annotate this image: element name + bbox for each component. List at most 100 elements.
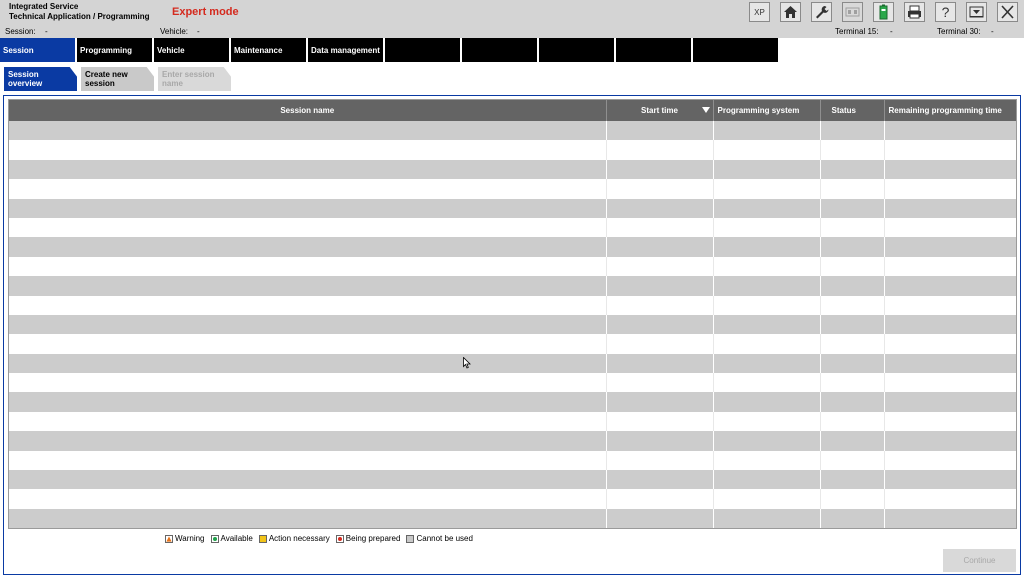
- table-cell: [9, 159, 607, 180]
- tab-empty-5[interactable]: [693, 38, 778, 62]
- tab-empty-1[interactable]: [385, 38, 460, 62]
- table-cell: [884, 450, 1016, 471]
- print-button[interactable]: [904, 2, 925, 22]
- table-row[interactable]: [9, 179, 1016, 199]
- tab-maintenance[interactable]: Maintenance: [231, 38, 306, 62]
- table-row[interactable]: [9, 373, 1016, 393]
- table-cell: [820, 237, 885, 257]
- table-cell: [9, 392, 607, 412]
- printer-icon: [908, 5, 921, 19]
- table-cell: [884, 392, 1016, 412]
- tab-empty-3[interactable]: [539, 38, 614, 62]
- column-header-programming-system[interactable]: Programming system: [713, 100, 821, 121]
- table-cell: [820, 198, 885, 218]
- table-cell: [820, 159, 885, 180]
- table-row[interactable]: [9, 159, 1016, 180]
- table-cell: [713, 314, 821, 335]
- table-row[interactable]: [9, 314, 1016, 335]
- table-row[interactable]: [9, 198, 1016, 218]
- vehicle-label: Vehicle:: [160, 27, 189, 36]
- table-cell: [884, 489, 1016, 509]
- table-cell: [884, 198, 1016, 218]
- help-button[interactable]: ?: [935, 2, 956, 22]
- table-row[interactable]: [9, 470, 1016, 490]
- tab-session[interactable]: Session: [0, 38, 75, 62]
- table-cell: [713, 295, 821, 315]
- table-cell: [713, 508, 821, 528]
- header-bar: Integrated Service Technical Application…: [0, 0, 1024, 25]
- table-row[interactable]: [9, 450, 1016, 471]
- table-cell: [606, 256, 714, 277]
- table-row[interactable]: [9, 392, 1016, 412]
- table-row[interactable]: [9, 121, 1016, 141]
- table-cell: [884, 353, 1016, 374]
- table-row[interactable]: [9, 276, 1016, 296]
- table-cell: [820, 217, 885, 238]
- close-icon: [1001, 5, 1014, 19]
- table-row[interactable]: [9, 140, 1016, 160]
- tab-empty-2[interactable]: [462, 38, 537, 62]
- home-icon: [784, 6, 797, 18]
- minimize-icon: [969, 6, 984, 18]
- table-cell: [713, 217, 821, 238]
- table-header-row: Session name Start time Programming syst…: [9, 100, 1016, 121]
- table-row[interactable]: [9, 334, 1016, 354]
- table-row[interactable]: [9, 295, 1016, 315]
- tab-programming[interactable]: Programming: [77, 38, 152, 62]
- battery-button[interactable]: [873, 2, 894, 22]
- column-header-status[interactable]: Status: [820, 100, 885, 121]
- session-table-container[interactable]: Session name Start time Programming syst…: [8, 99, 1017, 529]
- table-row[interactable]: [9, 353, 1016, 374]
- table-row[interactable]: [9, 411, 1016, 432]
- column-header-remaining-time[interactable]: Remaining programming time: [884, 100, 1016, 121]
- help-icon: ?: [942, 4, 950, 20]
- tab-empty-4[interactable]: [616, 38, 691, 62]
- table-cell: [606, 411, 714, 432]
- table-row[interactable]: [9, 489, 1016, 509]
- tab-vehicle[interactable]: Vehicle: [154, 38, 229, 62]
- table-cell: [713, 353, 821, 374]
- continue-button[interactable]: Continue: [943, 549, 1016, 572]
- table-cell: [884, 508, 1016, 528]
- table-row[interactable]: [9, 256, 1016, 277]
- table-cell: [9, 334, 607, 354]
- table-cell: [9, 489, 607, 509]
- table-cell: [606, 373, 714, 393]
- table-cell: [713, 470, 821, 490]
- table-cell: [713, 373, 821, 393]
- subtab-create-new-session[interactable]: Create new session: [81, 67, 154, 91]
- tab-data-management[interactable]: Data management: [308, 38, 383, 62]
- table-row[interactable]: [9, 508, 1016, 528]
- table-cell: [606, 431, 714, 451]
- column-header-start-time-label: Start time: [641, 106, 678, 115]
- session-value: -: [45, 27, 48, 36]
- session-table: Session name Start time Programming syst…: [9, 100, 1016, 528]
- terminal30-label: Terminal 30:: [937, 27, 981, 36]
- table-cell: [713, 450, 821, 471]
- table-cell: [820, 353, 885, 374]
- minimize-button[interactable]: [966, 2, 987, 22]
- table-cell: [713, 334, 821, 354]
- home-button[interactable]: [780, 2, 801, 22]
- service-button[interactable]: [811, 2, 832, 22]
- available-icon: [210, 534, 219, 543]
- display-button[interactable]: [842, 2, 863, 22]
- subtab-enter-session-name[interactable]: Enter session name: [158, 67, 231, 91]
- table-cell: [9, 198, 607, 218]
- table-row[interactable]: [9, 217, 1016, 238]
- close-button[interactable]: [997, 2, 1018, 22]
- table-row[interactable]: [9, 237, 1016, 257]
- table-cell: [713, 256, 821, 277]
- table-cell: [820, 179, 885, 199]
- table-row[interactable]: [9, 431, 1016, 451]
- table-cell: [713, 392, 821, 412]
- table-cell: [713, 489, 821, 509]
- column-header-session-name[interactable]: Session name: [9, 100, 607, 121]
- subtab-session-overview[interactable]: Session overview: [4, 67, 77, 91]
- column-header-start-time[interactable]: Start time: [606, 100, 714, 121]
- sub-nav: Session overview Create new session Ente…: [4, 67, 235, 91]
- xp-button[interactable]: XP: [749, 2, 770, 22]
- terminal30-value: -: [991, 27, 994, 36]
- table-cell: [884, 276, 1016, 296]
- vehicle-value: -: [197, 27, 200, 36]
